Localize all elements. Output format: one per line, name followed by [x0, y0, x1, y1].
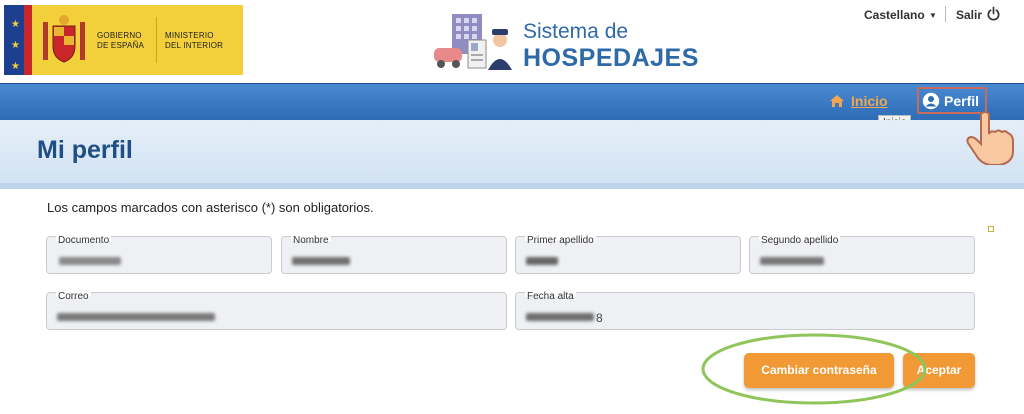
fecha-alta-visible-digit: 8: [596, 311, 603, 325]
eu-flag-strip-icon: ★ ★ ★: [4, 5, 32, 75]
redacted-value: [526, 257, 558, 265]
nav-profile-label[interactable]: Perfil: [944, 93, 979, 109]
ministry-line-2: DEL INTERIOR: [165, 41, 224, 50]
gov-line-1: GOBIERNO: [97, 31, 142, 40]
power-icon[interactable]: [986, 6, 1001, 21]
required-fields-note: Los campos marcados con asterisco (*) so…: [47, 200, 374, 215]
header-divider: [945, 6, 946, 22]
page-title: Mi perfil: [37, 136, 133, 164]
svg-text:★: ★: [11, 40, 20, 51]
logout-link[interactable]: Salir: [956, 8, 982, 22]
ministry-line-1: MINISTERIO: [165, 31, 214, 40]
svg-text:★: ★: [11, 61, 20, 72]
fecha-alta-label: Fecha alta: [525, 291, 576, 302]
fecha-alta-field: Fecha alta 8: [515, 291, 975, 330]
page-header-band: [0, 120, 1024, 189]
redacted-value: [57, 313, 215, 321]
caret-down-icon[interactable]: ▼: [929, 11, 937, 20]
redacted-value: [292, 257, 350, 265]
primer-apellido-field: Primer apellido: [515, 235, 741, 274]
logo-divider: [156, 17, 157, 63]
hotel-police-illustration-icon: [434, 14, 512, 70]
segundo-apellido-label: Segundo apellido: [759, 235, 841, 246]
nombre-label: Nombre: [291, 235, 331, 246]
svg-text:★: ★: [11, 19, 20, 30]
pointing-hand-icon: [966, 111, 1014, 165]
gov-line-2: DE ESPAÑA: [97, 41, 144, 50]
segundo-apellido-field: Segundo apellido: [749, 235, 975, 274]
nombre-field: Nombre: [281, 235, 507, 274]
primer-apellido-label: Primer apellido: [525, 235, 596, 246]
government-logo: ★ ★ ★ GOBIERNO DE ESPAÑA MINISTERIO DEL …: [4, 5, 243, 75]
brand-title-line-1: Sistema de: [523, 20, 629, 43]
home-icon[interactable]: [829, 94, 845, 108]
brand-title-line-2: HOSPEDAJES: [523, 44, 699, 72]
user-icon[interactable]: [922, 92, 940, 110]
nav-home-link[interactable]: Inicio: [851, 93, 888, 109]
language-selector[interactable]: Castellano: [864, 8, 925, 22]
documento-label: Documento: [56, 235, 112, 246]
coat-of-arms-icon: [43, 15, 85, 63]
redacted-value: [526, 313, 594, 321]
redacted-value: [760, 257, 824, 265]
correo-label: Correo: [56, 291, 91, 302]
correo-field: Correo: [46, 291, 507, 330]
corner-marker: [988, 226, 994, 232]
highlight-annotation: [701, 333, 927, 405]
documento-field: Documento: [46, 235, 272, 274]
redacted-value: [59, 257, 121, 265]
